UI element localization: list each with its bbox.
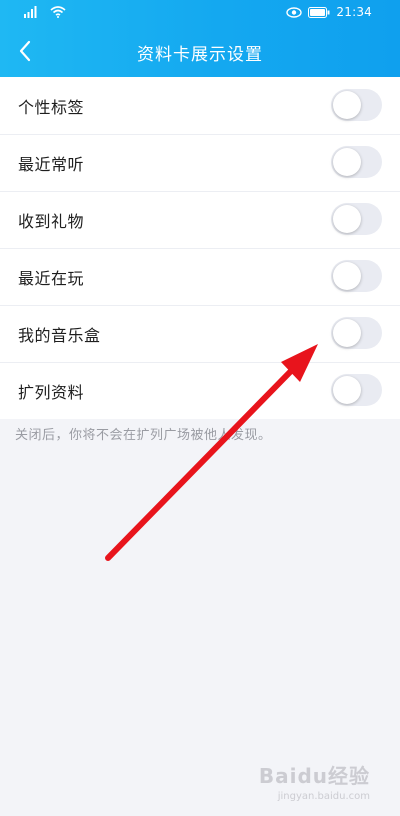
watermark-text: Baidu经验 [258,764,370,788]
settings-list: 个性标签 最近常听 收到礼物 最近在玩 我的音乐盒 扩列资料 [0,77,400,419]
setting-row-recent-listen: 最近常听 [0,134,400,191]
app-header: 21:34 资料卡展示设置 [0,0,400,77]
setting-label: 扩列资料 [18,382,85,402]
status-right: 21:34 [286,5,372,19]
toggle-switch[interactable] [331,317,382,349]
nav-bar: 资料卡展示设置 [0,26,400,77]
hint-text: 关闭后，你将不会在扩列广场被他人发现。 [15,428,272,443]
status-left [24,6,66,18]
toggle-switch[interactable] [331,89,382,121]
setting-label: 个性标签 [18,97,85,117]
toggle-knob [333,205,361,233]
setting-label: 收到礼物 [18,211,85,231]
page-title: 资料卡展示设置 [137,45,263,65]
watermark-subtext: jingyan.baidu.com [277,791,370,802]
signal-icon [24,6,37,18]
setting-label: 最近常听 [18,154,85,174]
setting-label: 最近在玩 [18,268,85,288]
setting-label: 我的音乐盒 [18,325,101,345]
toggle-switch[interactable] [331,260,382,292]
toggle-switch[interactable] [331,374,382,406]
toggle-knob [333,319,361,347]
toggle-switch[interactable] [331,146,382,178]
setting-row-expand-profile: 扩列资料 [0,362,400,419]
toggle-knob [333,376,361,404]
setting-row-gifts: 收到礼物 [0,191,400,248]
watermark-logo: Baidu经验 jingyan.baidu.com [259,760,370,802]
toggle-knob [333,148,361,176]
eye-icon [286,6,303,18]
setting-row-music-box: 我的音乐盒 [0,305,400,362]
setting-row-recent-play: 最近在玩 [0,248,400,305]
setting-row-tags: 个性标签 [0,77,400,134]
toggle-knob [333,91,361,119]
toggle-switch[interactable] [331,203,382,235]
status-bar: 21:34 [0,0,400,26]
status-time: 21:34 [336,5,372,19]
battery-icon [308,6,330,18]
toggle-knob [333,262,361,290]
wifi-icon [50,6,66,18]
